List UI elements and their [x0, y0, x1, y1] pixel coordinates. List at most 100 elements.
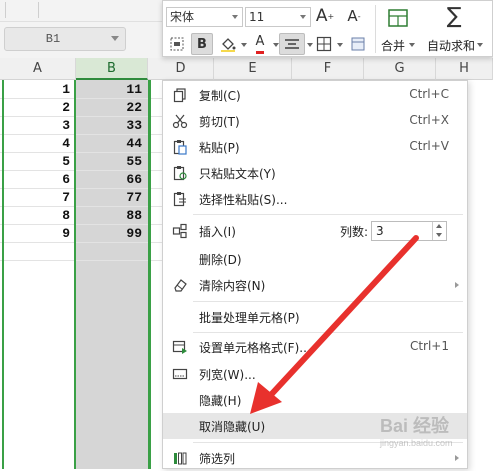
- menu-item-label: 取消隐藏(U): [199, 420, 266, 434]
- fill-bucket-icon: [221, 38, 236, 52]
- font-color-icon: A: [255, 34, 265, 49]
- menu-item-delete[interactable]: 删除(D): [163, 246, 467, 272]
- cell-b7[interactable]: 77: [78, 189, 142, 207]
- menu-item-format-cells[interactable]: 设置单元格格式(F)... Ctrl+1: [163, 334, 467, 360]
- menu-item-paste-text[interactable]: 只粘贴文本(Y): [163, 160, 467, 186]
- ribbon-separator: [5, 2, 6, 18]
- cell-a9[interactable]: 9: [4, 225, 70, 243]
- insert-count-stepper[interactable]: 3: [371, 221, 447, 241]
- cell-style-icon: [351, 37, 365, 51]
- selection-border: [74, 80, 76, 469]
- autosum-label[interactable]: 自动求和: [427, 37, 475, 54]
- cell-a3[interactable]: 3: [4, 117, 70, 135]
- font-name-select[interactable]: 宋体: [166, 7, 243, 27]
- hidden-column-c-marker: [148, 80, 151, 469]
- copy-icon: [173, 88, 186, 103]
- cell-b4[interactable]: 44: [78, 135, 142, 153]
- menu-item-column-width[interactable]: 列宽(W)...: [163, 361, 467, 387]
- menu-item-paste-special[interactable]: 选择性粘贴(S)...: [163, 186, 467, 212]
- stepper-buttons[interactable]: [432, 222, 446, 240]
- chevron-down-icon[interactable]: [232, 15, 238, 19]
- paste-special-icon: [173, 192, 186, 207]
- chevron-down-icon[interactable]: [111, 36, 119, 41]
- font-color-button[interactable]: A: [249, 33, 271, 55]
- cell-b6[interactable]: 66: [78, 171, 142, 189]
- paste-text-icon: [173, 166, 187, 181]
- menu-shortcut: Ctrl+1: [409, 339, 449, 353]
- column-header-h[interactable]: H: [436, 58, 493, 80]
- column-width-icon: [172, 368, 188, 380]
- cell-a7[interactable]: 7: [4, 189, 70, 207]
- more-format-button[interactable]: [347, 33, 369, 55]
- sigma-icon: ∑: [446, 3, 462, 29]
- cell-a6[interactable]: 6: [4, 171, 70, 189]
- column-header-b[interactable]: B: [76, 58, 148, 80]
- menu-item-cut[interactable]: 剪切(T) Ctrl+X: [163, 108, 467, 134]
- chevron-down-icon[interactable]: [241, 43, 247, 47]
- cell-a5[interactable]: 5: [4, 153, 70, 171]
- menu-item-paste[interactable]: 粘贴(P) Ctrl+V: [163, 134, 467, 160]
- cell-b8[interactable]: 88: [78, 207, 142, 225]
- chevron-down-icon[interactable]: [300, 15, 306, 19]
- merge-label[interactable]: 合并: [381, 37, 405, 54]
- chevron-down-icon[interactable]: [477, 43, 483, 47]
- menu-item-copy[interactable]: 复制(C) Ctrl+C: [163, 82, 467, 108]
- shrink-font-button[interactable]: A-: [343, 5, 365, 27]
- fill-color-button[interactable]: [217, 33, 239, 55]
- chevron-up-icon[interactable]: [436, 224, 442, 228]
- chevron-down-icon[interactable]: [337, 43, 343, 47]
- font-size-value: 11: [249, 10, 265, 24]
- insert-icon: [172, 223, 187, 239]
- menu-item-batch-cells[interactable]: 批量处理单元格(P): [163, 304, 467, 330]
- menu-item-hide[interactable]: 隐藏(H): [163, 387, 467, 413]
- chevron-down-icon[interactable]: [409, 43, 415, 47]
- cell-b2[interactable]: 22: [78, 99, 142, 117]
- baidu-watermark: Bai 经验 jingyan.baidu.com: [380, 412, 490, 460]
- chevron-down-icon[interactable]: [436, 233, 442, 237]
- watermark-logo-text: Bai 经验: [380, 416, 450, 436]
- align-center-button[interactable]: [279, 33, 305, 55]
- menu-item-label: 删除(D): [199, 253, 242, 267]
- format-painter-button[interactable]: [166, 33, 188, 55]
- column-header-a[interactable]: A: [0, 58, 76, 80]
- menu-shortcut: Ctrl+X: [409, 113, 449, 127]
- column-header-e[interactable]: E: [214, 58, 292, 80]
- menu-item-clear-contents[interactable]: 清除内容(N): [163, 272, 467, 298]
- insert-count-label: 列数:: [340, 225, 369, 239]
- merge-button[interactable]: [383, 7, 413, 29]
- paste-icon: [173, 140, 187, 155]
- menu-item-insert[interactable]: 插入(I) 列数: 3: [163, 218, 467, 244]
- menu-shortcut: Ctrl+C: [409, 87, 449, 101]
- menu-item-label: 选择性粘贴(S)...: [199, 193, 288, 207]
- cell-a2[interactable]: 2: [4, 99, 70, 117]
- format-painter-icon: [170, 37, 184, 51]
- cell-b1[interactable]: 11: [78, 81, 142, 99]
- menu-item-label: 清除内容(N): [199, 279, 266, 293]
- bold-button[interactable]: B: [191, 33, 213, 55]
- cell-b3[interactable]: 33: [78, 117, 142, 135]
- cell-b5[interactable]: 55: [78, 153, 142, 171]
- column-header-g[interactable]: G: [364, 58, 436, 80]
- cell-a4[interactable]: 4: [4, 135, 70, 153]
- autosum-button[interactable]: ∑: [439, 3, 469, 29]
- context-menu: 复制(C) Ctrl+C 剪切(T) Ctrl+X 粘贴(P) Ctrl+V 只…: [162, 80, 468, 469]
- name-box-value: B1: [45, 32, 61, 46]
- menu-separator: [193, 332, 463, 333]
- cell-a1[interactable]: 1: [4, 81, 70, 99]
- borders-button[interactable]: [313, 33, 335, 55]
- toolbar-separator: [375, 5, 376, 53]
- column-header-f[interactable]: F: [292, 58, 364, 80]
- font-size-select[interactable]: 11: [245, 7, 311, 27]
- merge-cells-icon: [388, 9, 408, 27]
- name-box[interactable]: B1: [4, 27, 126, 51]
- menu-item-label: 插入(I): [199, 225, 236, 239]
- grow-font-button[interactable]: A +: [314, 5, 336, 27]
- menu-item-label: 批量处理单元格(P): [199, 311, 300, 325]
- insert-count-value[interactable]: 3: [376, 224, 384, 238]
- cell-a8[interactable]: 8: [4, 207, 70, 225]
- cell-b9[interactable]: 99: [78, 225, 142, 243]
- eraser-icon: [174, 279, 187, 292]
- filter-column-icon: [174, 452, 187, 465]
- ribbon-separator: [38, 2, 39, 18]
- column-header-d[interactable]: D: [148, 58, 214, 80]
